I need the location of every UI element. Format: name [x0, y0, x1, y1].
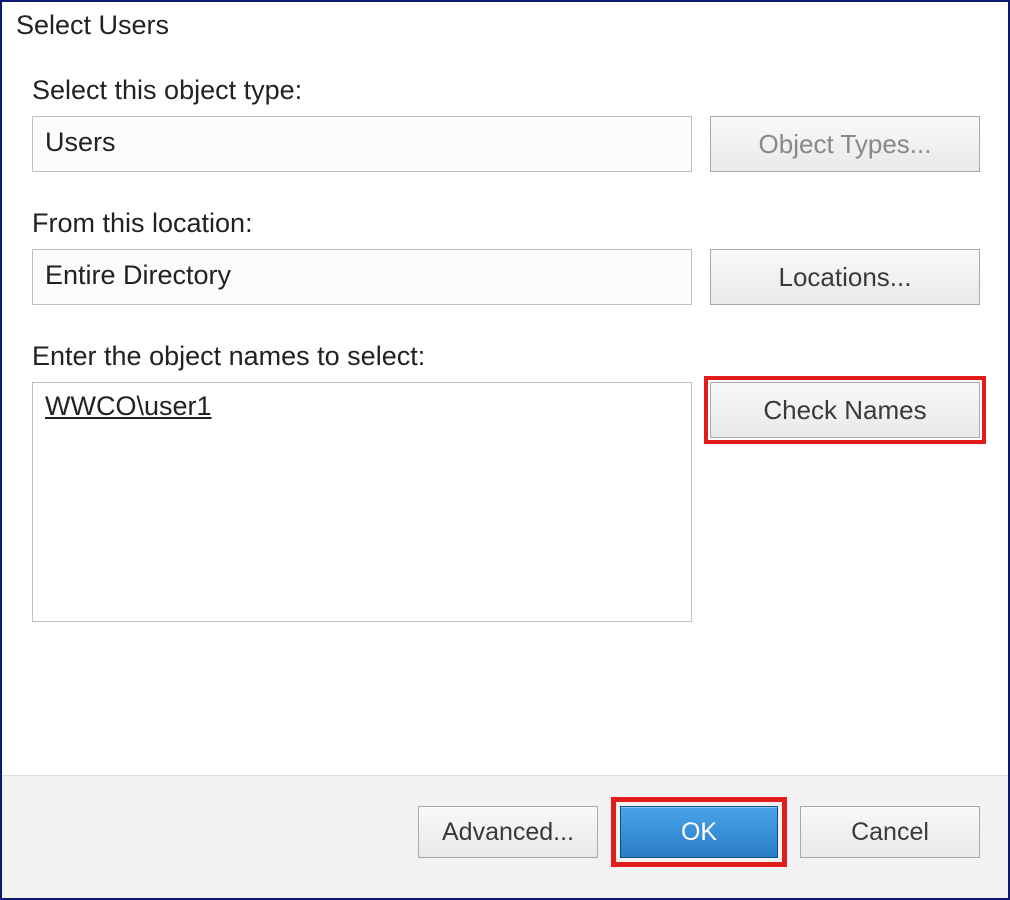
advanced-button[interactable]: Advanced... — [418, 806, 598, 858]
object-type-value: Users — [32, 116, 692, 172]
ok-button[interactable]: OK — [620, 806, 778, 858]
cancel-button[interactable]: Cancel — [800, 806, 980, 858]
select-users-dialog: Select Users Select this object type: Us… — [0, 0, 1010, 900]
ok-button-highlight: OK — [620, 806, 778, 858]
object-names-label: Enter the object names to select: — [32, 341, 980, 372]
check-names-button[interactable]: Check Names — [710, 382, 980, 438]
object-type-label: Select this object type: — [32, 75, 980, 106]
object-types-button[interactable]: Object Types... — [710, 116, 980, 172]
locations-button[interactable]: Locations... — [710, 249, 980, 305]
location-row: Entire Directory Locations... — [32, 249, 980, 305]
dialog-body: Select this object type: Users Object Ty… — [2, 45, 1008, 775]
resolved-name-entry[interactable]: WWCO\user1 — [45, 391, 212, 421]
dialog-title: Select Users — [2, 2, 1008, 45]
object-type-row: Users Object Types... — [32, 116, 980, 172]
object-names-row: WWCO\user1 Check Names — [32, 382, 980, 622]
object-names-input[interactable]: WWCO\user1 — [32, 382, 692, 622]
dialog-footer: Advanced... OK Cancel — [2, 775, 1008, 898]
location-label: From this location: — [32, 208, 980, 239]
location-value: Entire Directory — [32, 249, 692, 305]
